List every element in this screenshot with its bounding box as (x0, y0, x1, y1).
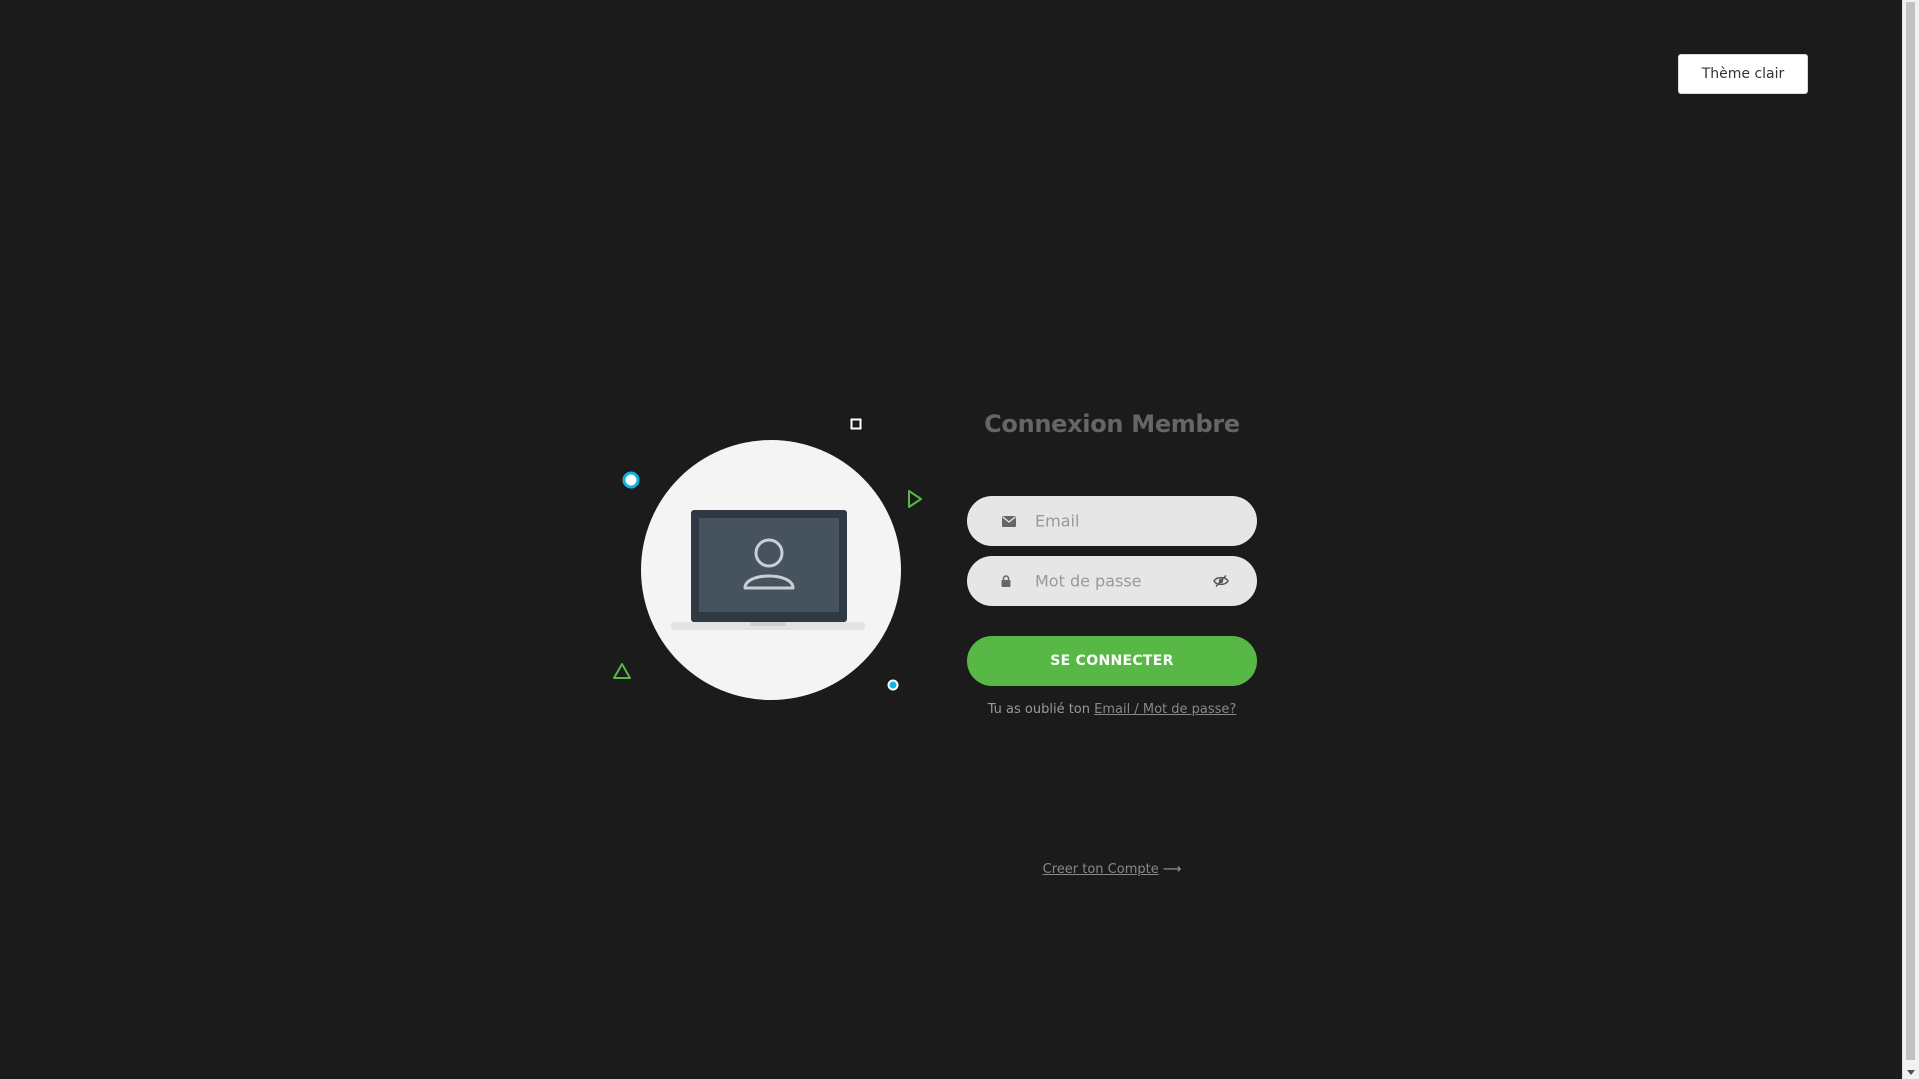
envelope-icon (1002, 514, 1016, 528)
create-account-link[interactable]: Creer ton Compte (1043, 862, 1159, 877)
login-illustration (641, 440, 901, 700)
scrollbar[interactable] (1902, 0, 1919, 1079)
circle-decoration-icon (622, 471, 640, 489)
triangle-decoration-icon (613, 663, 631, 679)
login-page: Thème clair Connexion Membre Email Mot d… (0, 0, 1919, 1079)
forgot-credentials-link[interactable]: Email / Mot de passe? (1094, 702, 1236, 717)
scrollbar-thumb[interactable] (1906, 2, 1915, 1060)
scroll-down-icon[interactable] (1907, 1070, 1915, 1075)
forgot-prefix: Tu as oublié ton (987, 702, 1090, 717)
dot-decoration-icon (887, 679, 899, 691)
laptop-user-icon (671, 510, 865, 630)
create-account-row: Creer ton Compte ⟶ (967, 862, 1257, 877)
password-field[interactable]: Mot de passe (967, 556, 1257, 606)
login-title: Connexion Membre (984, 410, 1240, 438)
forgot-credentials-text: Tu as oublié ton Email / Mot de passe? (967, 702, 1257, 717)
email-placeholder: Email (1035, 511, 1080, 531)
password-placeholder: Mot de passe (1035, 571, 1142, 591)
email-field[interactable]: Email (967, 496, 1257, 546)
square-decoration-icon (850, 418, 862, 430)
login-submit-button[interactable]: SE CONNECTER (967, 636, 1257, 686)
eye-slash-icon[interactable] (1213, 574, 1229, 588)
arrow-right-icon: ⟶ (1162, 862, 1182, 877)
theme-toggle-button[interactable]: Thème clair (1678, 54, 1808, 94)
lock-icon (999, 574, 1013, 588)
play-triangle-decoration-icon (908, 490, 922, 508)
